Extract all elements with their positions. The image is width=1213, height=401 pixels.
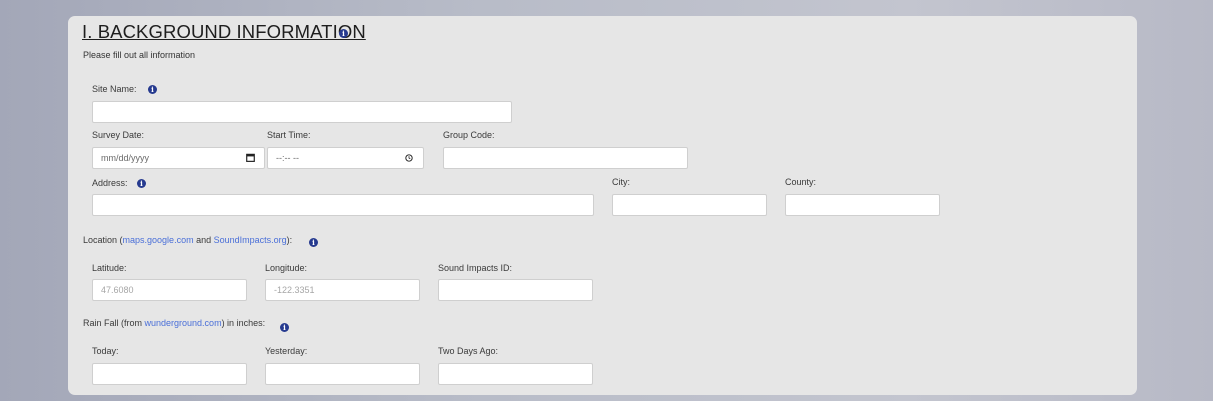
sound-impacts-id-input[interactable] <box>438 279 593 301</box>
yesterday-input[interactable] <box>265 363 420 385</box>
soundimpacts-link[interactable]: SoundImpacts.org <box>214 235 287 245</box>
info-icon[interactable]: i <box>148 85 157 94</box>
yesterday-label: Yesterday: <box>265 346 308 356</box>
clock-icon[interactable] <box>405 154 413 162</box>
info-icon[interactable]: i <box>309 238 318 247</box>
location-label: Location (maps.google.com and SoundImpac… <box>83 235 292 245</box>
location-middle: and <box>193 235 214 245</box>
location-prefix: Location ( <box>83 235 123 245</box>
latitude-placeholder: 47.6080 <box>101 285 134 295</box>
wunderground-link[interactable]: wunderground.com <box>145 318 222 328</box>
longitude-placeholder: -122.3351 <box>274 285 315 295</box>
maps-google-link[interactable]: maps.google.com <box>123 235 194 245</box>
two-days-ago-input[interactable] <box>438 363 593 385</box>
city-input[interactable] <box>612 194 767 216</box>
group-code-label: Group Code: <box>443 130 495 140</box>
survey-date-label: Survey Date: <box>92 130 145 140</box>
survey-date-placeholder: mm/dd/yyyy <box>101 153 150 163</box>
latitude-input[interactable]: 47.6080 <box>92 279 247 301</box>
rainfall-suffix: ) in inches: <box>221 318 266 328</box>
info-icon[interactable]: i <box>339 29 348 38</box>
longitude-label: Longitude: <box>265 263 308 273</box>
start-time-input[interactable]: --:-- -- <box>267 147 424 169</box>
start-time-placeholder: --:-- -- <box>276 153 299 163</box>
section-title: I. BACKGROUND INFORMATION <box>82 21 366 42</box>
today-label: Today: <box>92 346 119 356</box>
section-subtitle: Please fill out all information <box>83 50 196 60</box>
address-input[interactable] <box>92 194 594 216</box>
latitude-label: Latitude: <box>92 263 127 273</box>
county-label: County: <box>785 177 817 187</box>
longitude-input[interactable]: -122.3351 <box>265 279 420 301</box>
location-suffix: ): <box>286 235 293 245</box>
start-time-label: Start Time: <box>267 130 311 140</box>
site-name-input[interactable] <box>92 101 512 123</box>
rainfall-prefix: Rain Fall (from <box>83 318 145 328</box>
info-icon[interactable]: i <box>280 323 289 332</box>
calendar-icon[interactable] <box>246 153 255 162</box>
info-icon[interactable]: i <box>137 179 146 188</box>
today-input[interactable] <box>92 363 247 385</box>
sound-impacts-id-label: Sound Impacts ID: <box>438 263 513 273</box>
site-name-label: Site Name: <box>92 84 137 94</box>
county-input[interactable] <box>785 194 940 216</box>
group-code-input[interactable] <box>443 147 688 169</box>
two-days-ago-label: Two Days Ago: <box>438 346 499 356</box>
address-label: Address: <box>92 178 128 188</box>
rainfall-label: Rain Fall (from wunderground.com) in inc… <box>83 318 265 328</box>
city-label: City: <box>612 177 630 187</box>
background-information-panel: I. BACKGROUND INFORMATION i Please fill … <box>68 16 1137 395</box>
survey-date-input[interactable]: mm/dd/yyyy <box>92 147 265 169</box>
